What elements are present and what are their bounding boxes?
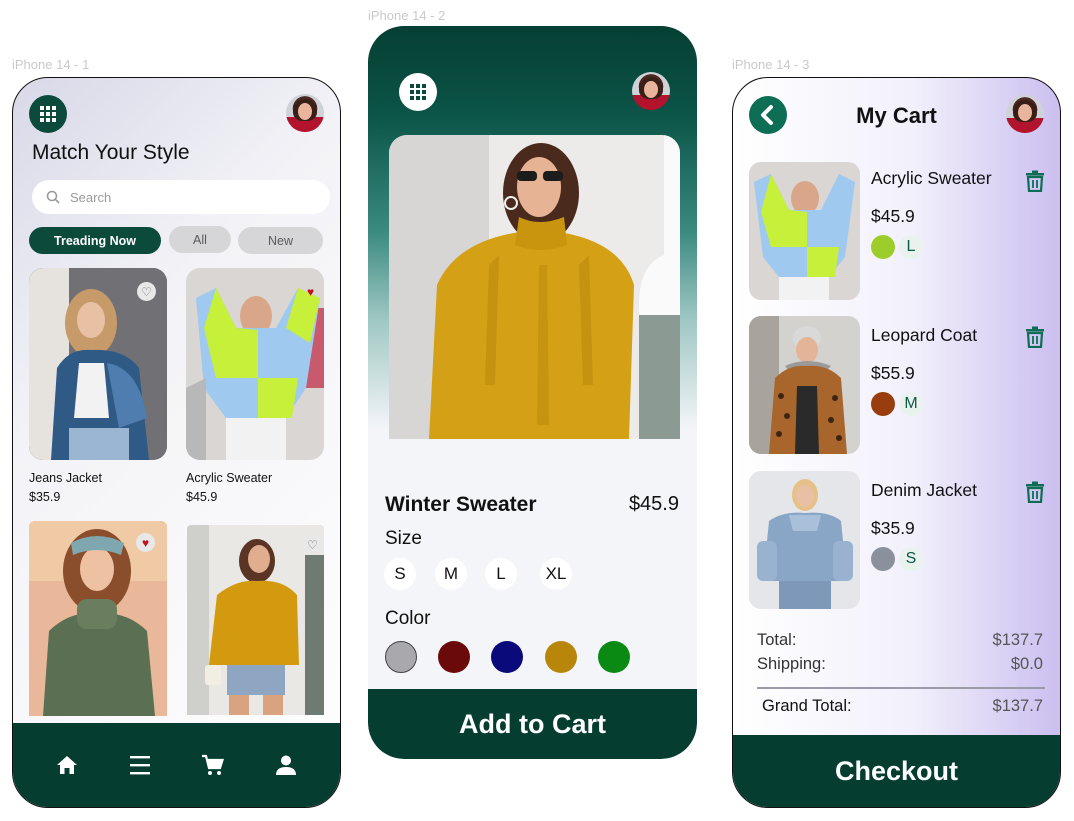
cart-item-price: $55.9 (871, 363, 915, 383)
cart-item-price: $45.9 (871, 206, 915, 226)
grid-menu-button[interactable] (399, 73, 437, 111)
heart-outline-icon: ♡ (307, 537, 318, 552)
product-image-green-knit[interactable]: ♥ (29, 521, 167, 716)
heart-outline-icon: ♡ (141, 284, 152, 299)
heart-filled-icon: ♥ (306, 284, 315, 299)
grand-total-value: $137.7 (992, 697, 1043, 715)
cart-item-color (871, 235, 895, 259)
shipping-label: Shipping: (757, 655, 826, 673)
grid-icon (410, 84, 426, 100)
favorite-button[interactable]: ♥ (136, 533, 155, 552)
total-value: $137.7 (992, 631, 1043, 649)
size-label: Size (385, 528, 422, 549)
size-option-l[interactable]: L (485, 558, 517, 590)
home-screen: Match Your Style Search Treading Now All… (12, 77, 341, 808)
color-swatch-maroon[interactable] (438, 641, 470, 673)
color-swatch-navy[interactable] (491, 641, 523, 673)
cart-item-image (749, 316, 860, 454)
product-price: $45.9 (186, 490, 218, 504)
search-input[interactable]: Search (32, 180, 330, 214)
product-name: Acrylic Sweater (186, 471, 273, 485)
total-label: Total: (757, 631, 797, 649)
size-option-xl[interactable]: XL (540, 558, 572, 590)
size-option-s[interactable]: S (384, 558, 416, 590)
favorite-button[interactable]: ♥ (301, 282, 320, 301)
grand-total-label: Grand Total: (762, 697, 852, 715)
frame-label-2: iPhone 14 - 2 (368, 8, 446, 23)
checkout-button[interactable]: Checkout (733, 735, 1060, 807)
tab-new[interactable]: New (238, 227, 323, 254)
product-image-jeans-jacket[interactable]: ♡ (29, 268, 167, 460)
product-name: Winter Sweater (385, 493, 537, 516)
product-hero-image (389, 135, 680, 439)
cart-item-size: M (899, 392, 923, 416)
cart-item-name: Leopard Coat (871, 325, 978, 345)
trash-icon (1026, 170, 1044, 193)
avatar[interactable] (1006, 95, 1044, 133)
product-image-yellow-sweater[interactable]: ♡ (187, 525, 324, 715)
cart-item-name: Acrylic Sweater (871, 168, 992, 188)
cart-item-image (749, 471, 860, 609)
product-price: $35.9 (29, 490, 61, 504)
summary-divider (757, 687, 1045, 689)
cart-item-size: S (899, 547, 923, 571)
home-icon[interactable] (54, 752, 80, 778)
product-detail-screen: Winter Sweater $45.9 Size S M L XL Color… (368, 26, 697, 759)
color-label: Color (385, 608, 431, 629)
trash-icon (1026, 481, 1044, 504)
avatar[interactable] (286, 94, 324, 132)
tab-all[interactable]: All (169, 226, 231, 253)
product-price: $45.9 (628, 493, 679, 515)
size-option-m[interactable]: M (435, 558, 467, 590)
add-to-cart-button[interactable]: Add to Cart (368, 689, 697, 759)
bottom-navigation (13, 723, 340, 807)
product-image-acrylic-sweater[interactable]: ♥ (186, 268, 324, 460)
delete-item-button[interactable] (1025, 481, 1045, 504)
color-swatch-green[interactable] (598, 641, 630, 673)
delete-item-button[interactable] (1025, 170, 1045, 193)
cart-icon[interactable] (200, 752, 226, 778)
grid-icon (40, 106, 56, 122)
cart-screen: My Cart Acrylic Sweater $45.9 L Leopard … (732, 77, 1061, 808)
cart-item-image (749, 162, 860, 300)
page-title: Match Your Style (32, 141, 190, 164)
favorite-button[interactable]: ♡ (137, 282, 156, 301)
cart-item-price: $35.9 (871, 518, 915, 538)
product-name: Jeans Jacket (29, 471, 102, 485)
tab-trending-now[interactable]: Treading Now (29, 227, 161, 254)
shipping-value: $0.0 (1010, 655, 1043, 673)
avatar[interactable] (632, 72, 670, 110)
heart-filled-icon: ♥ (141, 535, 150, 550)
cart-item-color (871, 547, 895, 571)
trash-icon (1026, 326, 1044, 349)
search-placeholder: Search (70, 189, 112, 205)
favorite-button[interactable]: ♡ (303, 535, 322, 554)
color-swatch-mustard[interactable] (545, 641, 577, 673)
grid-menu-button[interactable] (29, 95, 67, 133)
color-swatch-gray[interactable] (385, 641, 417, 673)
search-icon (46, 190, 60, 204)
delete-item-button[interactable] (1025, 326, 1045, 349)
frame-label-3: iPhone 14 - 3 (732, 57, 810, 72)
cart-item-size: L (899, 235, 923, 259)
menu-icon[interactable] (127, 752, 153, 778)
profile-icon[interactable] (273, 752, 299, 778)
frame-label-1: iPhone 14 - 1 (12, 57, 90, 72)
cart-item-name: Denim Jacket (871, 480, 978, 500)
cart-item-color (871, 392, 895, 416)
